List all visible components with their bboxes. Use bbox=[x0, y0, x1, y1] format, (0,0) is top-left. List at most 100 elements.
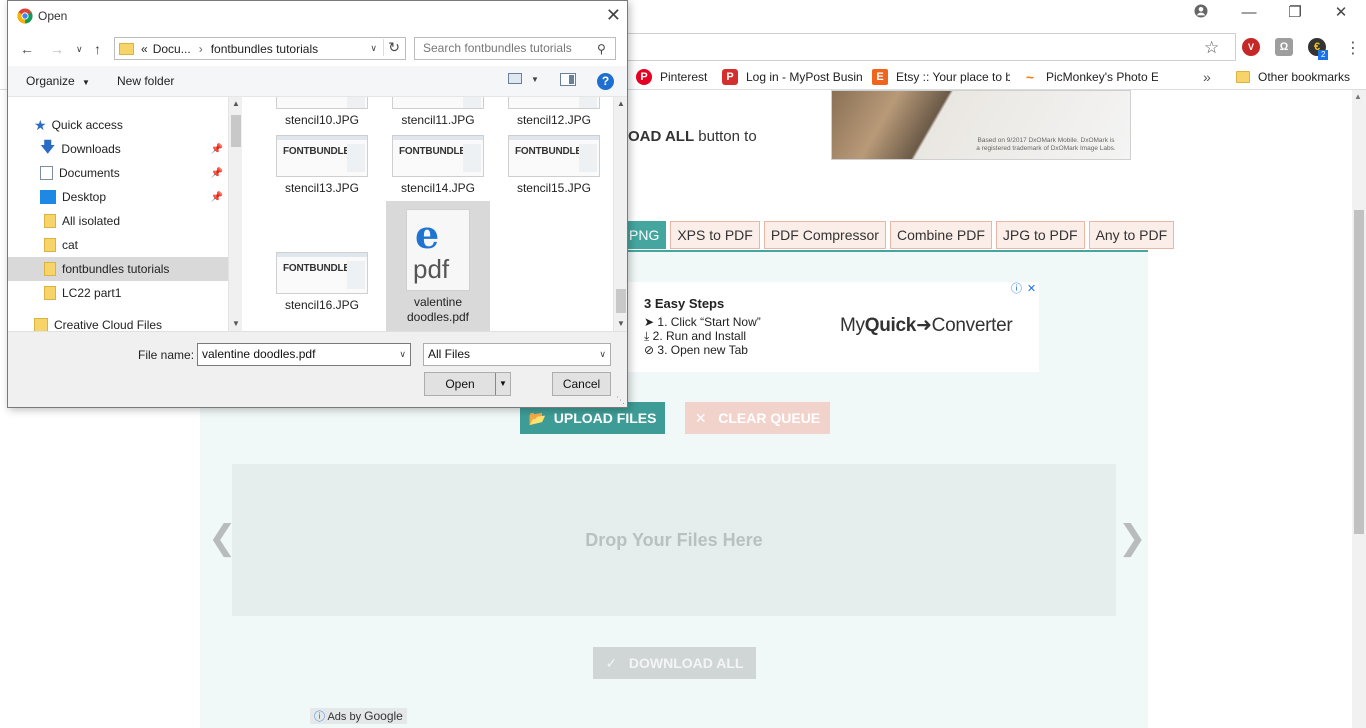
file-item[interactable]: FONTBUNDLES stencil13.JPG bbox=[270, 135, 374, 195]
help-icon[interactable]: ? bbox=[597, 73, 614, 90]
picmonkey-icon: ~ bbox=[1022, 69, 1038, 85]
new-folder-button[interactable]: New folder bbox=[117, 74, 174, 88]
preview-pane-icon[interactable] bbox=[560, 73, 576, 86]
ad-close-icon[interactable]: ✕ bbox=[1024, 282, 1039, 297]
extension-badge: 2 bbox=[1318, 50, 1329, 60]
bookmark-etsy[interactable]: E Etsy :: Your place to b bbox=[872, 68, 1010, 86]
file-item[interactable]: stencil11.JPG bbox=[386, 97, 490, 127]
nav-item-quick-access[interactable]: ★ Quick access bbox=[8, 113, 228, 137]
bookmark-pinterest[interactable]: P Pinterest bbox=[636, 68, 720, 86]
file-item[interactable]: FONTBUNDLES stencil15.JPG bbox=[502, 135, 606, 195]
file-item[interactable]: stencil12.JPG bbox=[502, 97, 606, 127]
nav-item-desktop[interactable]: Desktop 📌 bbox=[8, 185, 228, 209]
extension-icon[interactable]: V bbox=[1242, 38, 1260, 56]
ad-info-icon[interactable]: ⓘ bbox=[1009, 282, 1024, 297]
file-item[interactable]: FONTBUNDLES stencil14.JPG bbox=[386, 135, 490, 195]
organize-button[interactable]: Organize ▼ bbox=[26, 74, 90, 88]
nav-item-lc22-part1[interactable]: LC22 part1 bbox=[8, 281, 228, 305]
tab-combine-pdf[interactable]: Combine PDF bbox=[889, 221, 992, 249]
search-input[interactable]: Search fontbundles tutorials bbox=[414, 37, 616, 60]
account-icon[interactable] bbox=[1191, 4, 1211, 22]
menu-icon[interactable]: ⋮ bbox=[1345, 38, 1361, 58]
nav-item-creative-cloud-files[interactable]: Creative Cloud Files bbox=[8, 313, 228, 331]
file-item[interactable]: stencil10.JPG bbox=[270, 97, 374, 127]
intro-text: OAD ALL button to bbox=[628, 128, 757, 145]
bookmark-mypost[interactable]: P Log in - MyPost Busin bbox=[722, 68, 862, 86]
close-icon[interactable]: ✕ bbox=[606, 5, 621, 26]
breadcrumb-documents[interactable]: Docu... bbox=[153, 42, 191, 56]
close-window-icon[interactable]: ✕ bbox=[1331, 4, 1351, 22]
check-circle-icon: ⊘ bbox=[644, 343, 655, 357]
file-item[interactable]: FONTBUNDLES stencil16.JPG bbox=[270, 252, 374, 312]
scroll-up-icon[interactable]: ▲ bbox=[1354, 92, 1362, 101]
file-item-selected[interactable]: e pdf valentine doodles.pdf bbox=[386, 201, 490, 331]
folder-icon bbox=[44, 214, 56, 228]
pin-icon: 📌 bbox=[210, 143, 223, 155]
etsy-icon: E bbox=[872, 69, 888, 85]
phone-ad-banner[interactable]: Based on 9/2017 DxOMark Mobile. DxOMark … bbox=[831, 90, 1131, 160]
up-arrow-icon[interactable]: ↑ bbox=[94, 41, 101, 57]
caret-down-icon[interactable]: ▼ bbox=[495, 373, 510, 395]
view-icon[interactable] bbox=[508, 73, 522, 84]
chrome-icon bbox=[17, 8, 33, 27]
scroll-down-icon[interactable]: ▼ bbox=[617, 319, 625, 328]
scroll-down-icon[interactable]: ▼ bbox=[232, 319, 240, 328]
nav-scrollbar-thumb[interactable] bbox=[231, 115, 241, 147]
minimize-icon[interactable]: — bbox=[1239, 4, 1259, 22]
open-button[interactable]: Open ▼ bbox=[424, 372, 511, 396]
bookmark-picmonkey[interactable]: ~ PicMonkey's Photo E bbox=[1022, 68, 1158, 86]
more-bookmarks-icon[interactable]: » bbox=[1203, 68, 1219, 86]
caret-down-icon: ▼ bbox=[82, 78, 90, 87]
refresh-icon[interactable]: ↻ bbox=[383, 39, 400, 56]
nav-item-documents[interactable]: Documents 📌 bbox=[8, 161, 228, 185]
nav-item-cat[interactable]: cat bbox=[8, 233, 228, 257]
files-scrollbar[interactable]: ▲ ▼ bbox=[613, 97, 627, 331]
star-icon: ★ bbox=[34, 116, 47, 133]
caret-down-icon[interactable]: ▼ bbox=[531, 75, 539, 84]
address-path[interactable]: « Docu... › fontbundles tutorials ∨ ↻ bbox=[114, 37, 406, 60]
creative-cloud-icon bbox=[34, 318, 48, 331]
page-scrollbar-thumb[interactable] bbox=[1354, 210, 1364, 534]
tab-xps-to-pdf[interactable]: XPS to PDF bbox=[670, 221, 760, 249]
nav-item-downloads[interactable]: 🡇 Downloads 📌 bbox=[8, 137, 228, 161]
edge-icon: e bbox=[415, 212, 440, 257]
tab-png[interactable]: PNG bbox=[628, 221, 667, 249]
tab-pdf-compressor[interactable]: PDF Compressor bbox=[763, 221, 886, 249]
recent-locations-chevron-icon[interactable]: ∨ bbox=[76, 44, 83, 55]
tab-jpg-to-pdf[interactable]: JPG to PDF bbox=[995, 221, 1085, 249]
clear-queue-button[interactable]: ✕ CLEAR QUEUE bbox=[685, 402, 830, 434]
nav-scrollbar[interactable]: ▲ ▼ bbox=[228, 97, 242, 331]
files-scrollbar-thumb[interactable] bbox=[616, 289, 626, 313]
resize-grip-icon[interactable]: ⋱ bbox=[616, 395, 625, 406]
folder-icon bbox=[1236, 71, 1250, 83]
file-type-select[interactable]: All Files ∨ bbox=[423, 343, 611, 366]
ad-step: ⤓ 2. Run and Install bbox=[644, 329, 747, 343]
pin-icon: 📌 bbox=[210, 167, 223, 179]
bookmark-label: Etsy :: Your place to b bbox=[896, 70, 1010, 84]
back-arrow-icon[interactable]: ← bbox=[20, 41, 34, 57]
forward-arrow-icon[interactable]: → bbox=[50, 41, 64, 57]
scroll-up-icon[interactable]: ▲ bbox=[232, 99, 240, 108]
navigation-pane: ★ Quick access 🡇 Downloads 📌 Documents 📌… bbox=[8, 97, 228, 331]
nav-item-fontbundles-tutorials[interactable]: fontbundles tutorials bbox=[8, 257, 228, 281]
bookmark-star-icon[interactable]: ☆ bbox=[1204, 38, 1219, 58]
file-drop-zone[interactable]: Drop Your Files Here bbox=[232, 464, 1116, 616]
next-arrow-icon[interactable]: ❯ bbox=[1118, 518, 1147, 558]
scroll-up-icon[interactable]: ▲ bbox=[617, 99, 625, 108]
file-name-input[interactable]: valentine doodles.pdf ∨ bbox=[197, 343, 411, 366]
quick-converter-ad[interactable]: ⓘ ✕ 3 Easy Steps ➤ 1. Click “Start Now” … bbox=[627, 282, 1039, 372]
ad-brand: MyQuick➜Converter bbox=[840, 315, 1013, 336]
chevron-down-icon[interactable]: ∨ bbox=[399, 344, 406, 365]
chevron-down-icon[interactable]: ∨ bbox=[370, 43, 377, 54]
extension-icon[interactable]: Ω bbox=[1275, 38, 1293, 56]
nav-item-all-isolated[interactable]: All isolated bbox=[8, 209, 228, 233]
other-bookmarks[interactable]: Other bookmarks bbox=[1236, 68, 1356, 86]
download-icon: ⤓ bbox=[644, 329, 650, 343]
ads-by-google[interactable]: ⓘ Ads by Google bbox=[310, 708, 407, 724]
restore-icon[interactable]: ❐ bbox=[1285, 4, 1305, 22]
address-bar[interactable]: ☆ bbox=[600, 33, 1236, 61]
download-all-button[interactable]: ✓ DOWNLOAD ALL bbox=[593, 647, 756, 679]
cancel-button[interactable]: Cancel bbox=[552, 372, 611, 396]
tab-any-to-pdf[interactable]: Any to PDF bbox=[1088, 221, 1175, 249]
breadcrumb-current[interactable]: fontbundles tutorials bbox=[211, 42, 318, 56]
